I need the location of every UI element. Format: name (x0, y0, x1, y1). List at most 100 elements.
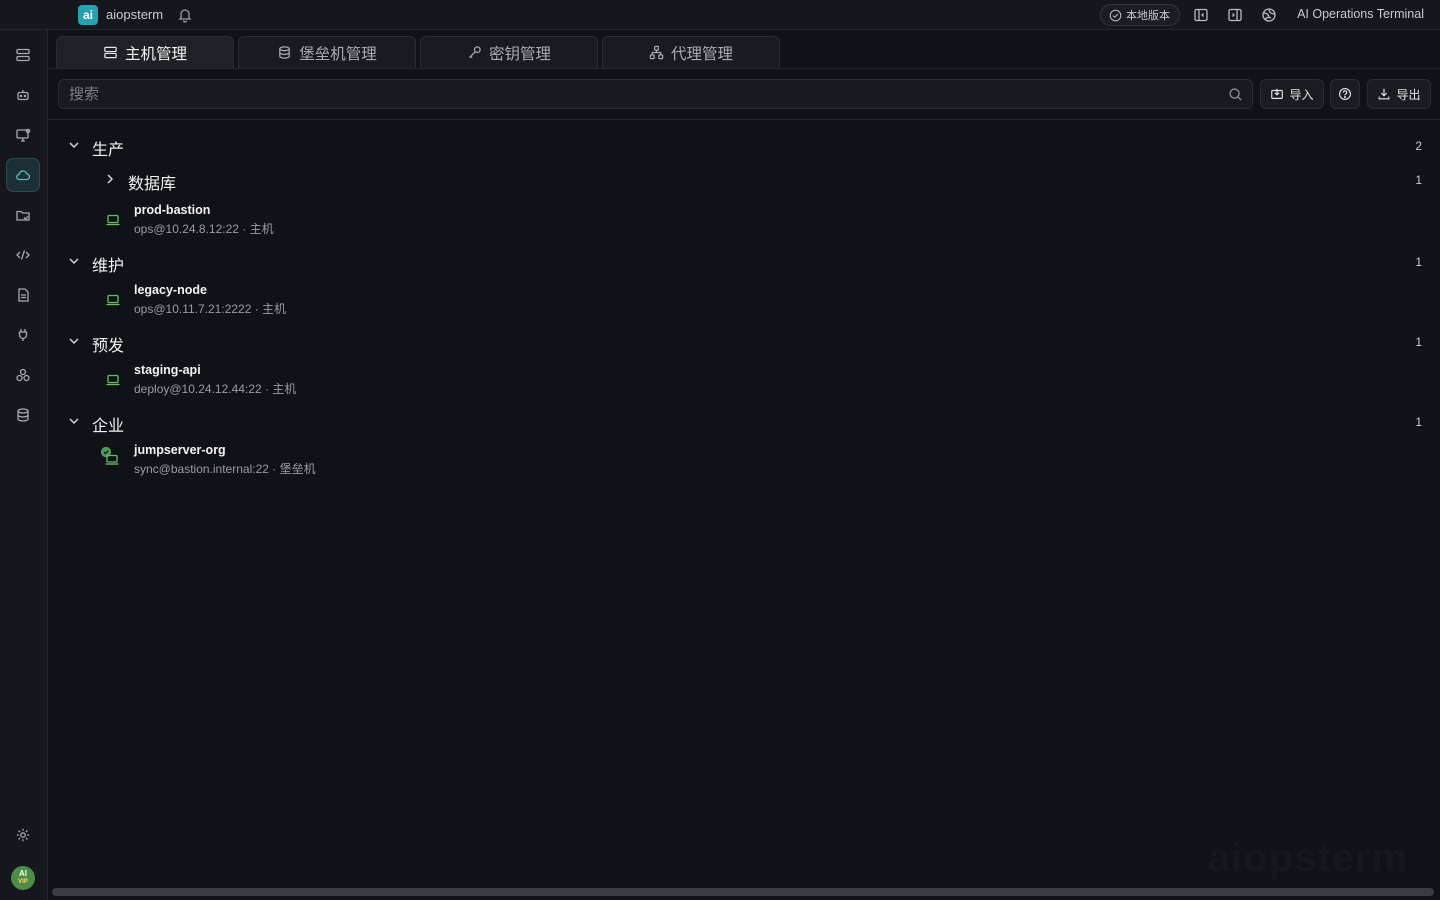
chevron-down-icon[interactable] (67, 414, 81, 428)
subgroup-row[interactable]: 数据库 1 (48, 164, 1440, 194)
title-bar: ai aiopsterm 本地版本 AI Operations Terminal (0, 0, 1440, 30)
group-row[interactable]: 生产 2 (48, 130, 1440, 160)
host-detail: deploy@10.24.12.44:22 · 主机 (134, 382, 297, 396)
vip-avatar[interactable]: AI VIP (11, 866, 35, 890)
group-name: 企业 (92, 418, 125, 435)
sidebar-item-cluster[interactable] (6, 358, 40, 392)
tab-label: 代理管理 (670, 45, 733, 63)
host-row[interactable]: staging-api deploy@10.24.12.44:22 · 主机 (48, 360, 1440, 400)
group-name: 数据库 (128, 176, 177, 193)
search-input[interactable] (59, 80, 1209, 108)
app-logo: ai (78, 5, 98, 25)
host-name: jumpserver-org (134, 443, 226, 457)
group-count: 1 (1415, 173, 1422, 187)
bastion-host-icon (100, 446, 119, 465)
sidebar-item-monitor[interactable] (6, 118, 40, 152)
sidebar-item-code[interactable] (6, 238, 40, 272)
database-icon (279, 46, 291, 59)
tabs-divider (48, 68, 1440, 69)
laptop-icon (106, 294, 120, 306)
sidebar-item-hosts[interactable] (6, 38, 40, 72)
cloud-icon (16, 170, 31, 181)
import-button[interactable]: 导入 (1260, 79, 1324, 109)
tab-proxy-management[interactable]: 代理管理 (602, 36, 780, 68)
app-name: aiopsterm (106, 7, 164, 22)
folder-sync-icon (16, 210, 30, 221)
host-detail: ops@10.24.8.12:22 · 主机 (134, 222, 274, 236)
vip-avatar-bottom: VIP (18, 879, 28, 885)
chevron-down-icon[interactable] (67, 334, 81, 348)
vip-avatar-top: AI (19, 869, 27, 878)
tab-host-management[interactable]: 主机管理 (56, 36, 234, 68)
sidebar-item-cloud[interactable] (6, 158, 40, 192)
bell-icon[interactable] (177, 7, 193, 23)
export-button[interactable]: 导出 (1367, 79, 1431, 109)
group-row[interactable]: 预发 1 (48, 326, 1440, 356)
sidebar-item-settings[interactable] (6, 818, 40, 852)
watermark: aiopsterm (1208, 836, 1409, 880)
server-list-icon (16, 48, 30, 62)
sidebar-item-documents[interactable] (6, 278, 40, 312)
group-name: 生产 (92, 142, 125, 159)
import-icon (1271, 88, 1284, 99)
host-row[interactable]: prod-bastion ops@10.24.8.12:22 · 主机 (48, 200, 1440, 240)
import-label: 导入 (1289, 87, 1314, 102)
version-badge[interactable]: 本地版本 (1100, 4, 1180, 26)
robot-icon (17, 90, 29, 101)
group-name: 预发 (92, 338, 125, 355)
group-name: 维护 (92, 258, 125, 275)
search-icon[interactable] (1228, 87, 1243, 102)
host-detail: ops@10.11.7.21:2222 · 主机 (134, 302, 287, 316)
laptop-icon (106, 214, 120, 226)
window-title: AI Operations Terminal (1297, 7, 1424, 21)
host-name: legacy-node (134, 283, 207, 297)
host-name: staging-api (134, 363, 201, 377)
toolbar: 导入 导出 (58, 79, 1431, 109)
key-icon (468, 46, 481, 59)
sidebar-item-database[interactable] (6, 398, 40, 432)
chevron-down-icon[interactable] (67, 138, 81, 152)
host-name: prod-bastion (134, 203, 211, 217)
chevron-right-icon[interactable] (103, 172, 117, 186)
check-circle-icon (1109, 9, 1122, 21)
database-icon (17, 408, 29, 422)
search-box (58, 79, 1253, 109)
tab-label: 密钥管理 (488, 45, 551, 63)
chevron-down-icon[interactable] (67, 254, 81, 268)
monitor-icon (16, 128, 31, 142)
version-label: 本地版本 (1126, 10, 1170, 22)
group-count: 1 (1415, 255, 1422, 269)
export-label: 导出 (1396, 87, 1421, 102)
cluster-icon (16, 368, 30, 382)
theme-icon[interactable] (1261, 7, 1277, 23)
group-count: 1 (1415, 415, 1422, 429)
host-row[interactable]: jumpserver-org sync@bastion.internal:22 … (48, 440, 1440, 480)
document-icon (18, 288, 29, 302)
code-icon (16, 250, 30, 260)
panel-left-icon[interactable] (1193, 7, 1209, 23)
left-sidebar: AI VIP (0, 30, 48, 900)
group-row[interactable]: 企业 1 (48, 406, 1440, 436)
panel-right-icon[interactable] (1227, 7, 1243, 23)
sidebar-item-plugins[interactable] (6, 318, 40, 352)
download-icon (1379, 88, 1390, 100)
tab-label: 主机管理 (124, 45, 187, 63)
tab-key-management[interactable]: 密钥管理 (420, 36, 598, 68)
tab-label: 堡垒机管理 (299, 45, 377, 63)
tab-bastion-management[interactable]: 堡垒机管理 (238, 36, 416, 68)
sidebar-item-ai-agent[interactable] (6, 78, 40, 112)
group-count: 1 (1415, 335, 1422, 349)
sidebar-item-file-transfer[interactable] (6, 198, 40, 232)
group-row[interactable]: 维护 1 (48, 246, 1440, 276)
laptop-icon (106, 374, 120, 386)
network-icon (649, 45, 664, 60)
help-button[interactable] (1330, 79, 1360, 109)
server-icon (104, 46, 117, 59)
horizontal-scrollbar[interactable] (52, 888, 1434, 896)
plug-icon (18, 329, 28, 341)
host-row[interactable]: legacy-node ops@10.11.7.21:2222 · 主机 (48, 280, 1440, 320)
help-icon (1339, 88, 1351, 100)
host-detail: sync@bastion.internal:22 · 堡垒机 (134, 462, 316, 476)
gear-icon (16, 828, 30, 842)
toolbar-divider (48, 119, 1440, 120)
